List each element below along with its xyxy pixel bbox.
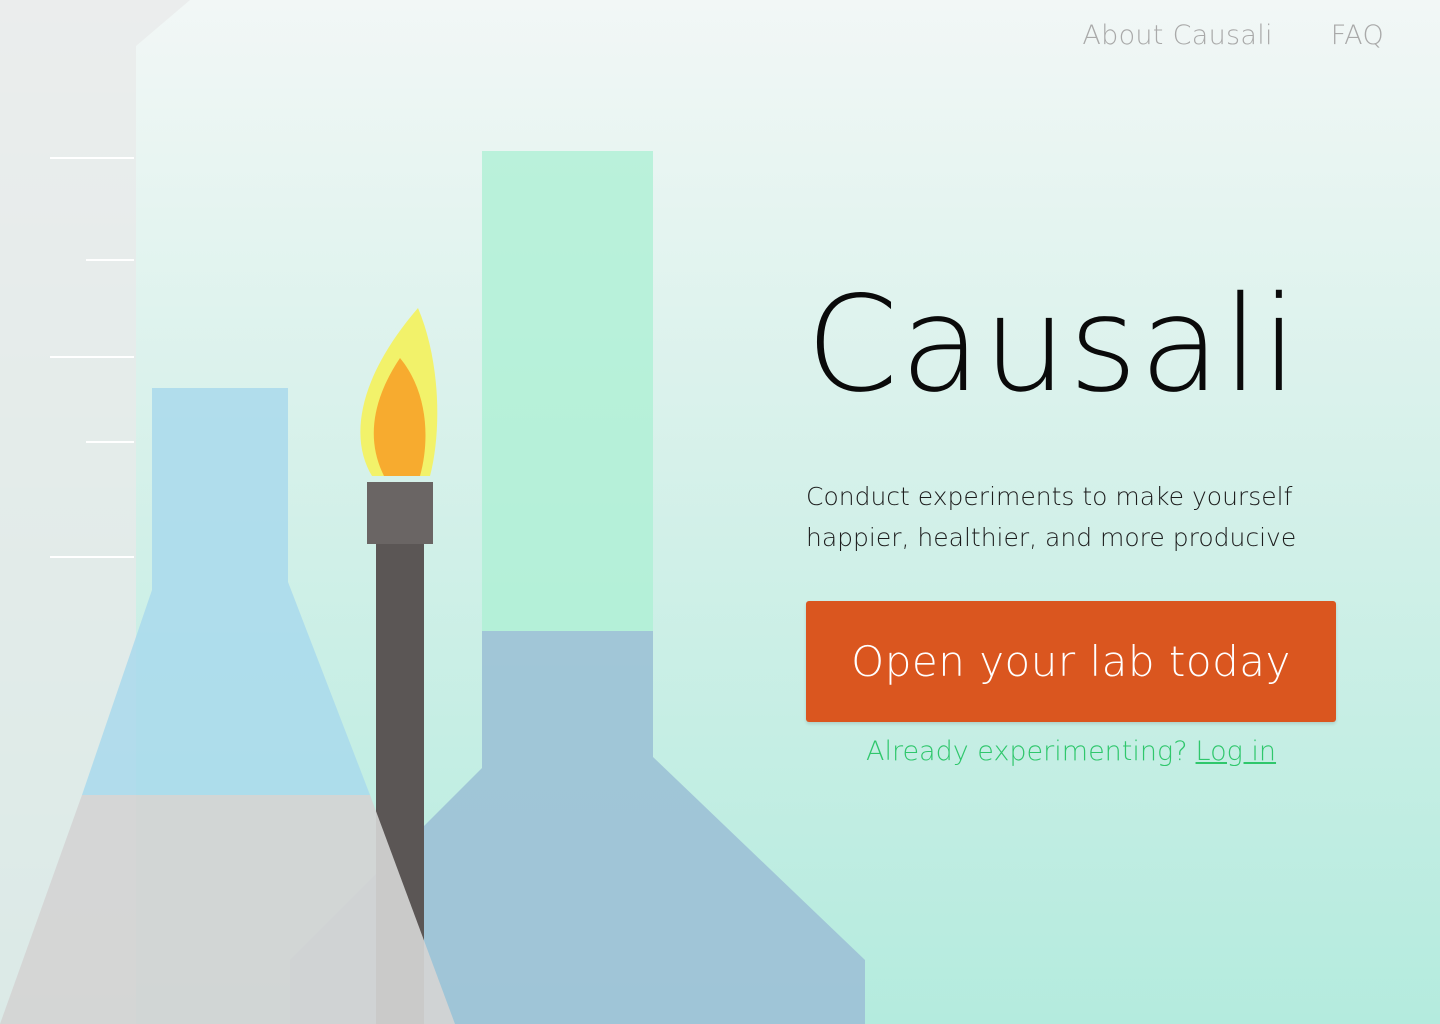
login-prompt-line: Already experimenting? Log in [806, 736, 1336, 767]
nav-about-link[interactable]: About Causali [1082, 20, 1272, 51]
page-title: Causali [806, 268, 1300, 422]
nav-faq-link[interactable]: FAQ [1331, 20, 1384, 51]
hero-section: Causali Conduct experiments to make your… [806, 270, 1366, 767]
open-lab-button[interactable]: Open your lab today [806, 601, 1336, 722]
login-prompt-text: Already experimenting? [865, 736, 1188, 767]
login-link[interactable]: Log in [1196, 736, 1277, 767]
lab-illustration [0, 0, 865, 1024]
top-nav: About Causali FAQ [1082, 20, 1384, 51]
hero-subtitle: Conduct experiments to make yourself hap… [806, 482, 1297, 552]
